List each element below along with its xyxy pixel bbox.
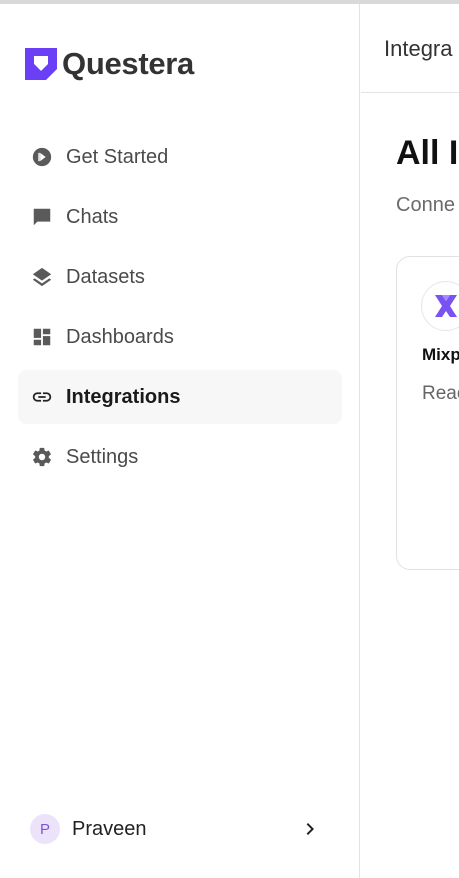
page-title: All I: [396, 134, 459, 172]
integration-name: Mixp: [422, 345, 459, 364]
sidebar-item-label: Dashboards: [66, 325, 174, 348]
sidebar-item-get-started[interactable]: Get Started: [18, 130, 342, 184]
sidebar-item-integrations[interactable]: Integrations: [18, 370, 342, 424]
sidebar-item-label: Settings: [66, 445, 139, 468]
main-header: Integra: [361, 4, 459, 93]
user-menu[interactable]: P Praveen: [30, 810, 322, 848]
sidebar: Questera Get Started Chats Datasets Dash…: [0, 4, 360, 878]
sidebar-item-label: Chats: [66, 205, 119, 228]
questera-logo-icon: [25, 48, 57, 80]
integration-card-mixpanel[interactable]: Mixp Reac user: [396, 256, 459, 570]
sidebar-item-label: Integrations: [66, 385, 181, 408]
layers-icon: [31, 266, 53, 288]
sidebar-item-settings[interactable]: Settings: [18, 430, 342, 484]
sidebar-item-label: Datasets: [66, 265, 145, 288]
brand-name: Questera: [62, 46, 194, 81]
dashboard-grid-icon: [31, 326, 53, 348]
header-title: Integra: [384, 36, 453, 61]
chat-bubble-icon: [31, 206, 53, 228]
user-name: Praveen: [72, 817, 147, 840]
integration-description: Reac user: [422, 383, 459, 404]
main-content: Integra All I Conne Mixp Reac user: [361, 4, 459, 878]
sidebar-item-datasets[interactable]: Datasets: [18, 250, 342, 304]
brand-logo[interactable]: Questera: [24, 47, 194, 81]
sidebar-nav: Get Started Chats Datasets Dashboards In…: [18, 130, 342, 490]
page-subtitle: Conne: [396, 194, 455, 216]
gear-icon: [31, 446, 53, 468]
avatar: P: [30, 814, 60, 844]
chevron-right-icon[interactable]: [298, 817, 322, 841]
sidebar-item-label: Get Started: [66, 145, 169, 168]
sidebar-item-chats[interactable]: Chats: [18, 190, 342, 244]
sidebar-item-dashboards[interactable]: Dashboards: [18, 310, 342, 364]
mixpanel-logo-icon: [421, 281, 459, 331]
link-icon: [31, 386, 53, 408]
play-circle-icon: [31, 146, 53, 168]
